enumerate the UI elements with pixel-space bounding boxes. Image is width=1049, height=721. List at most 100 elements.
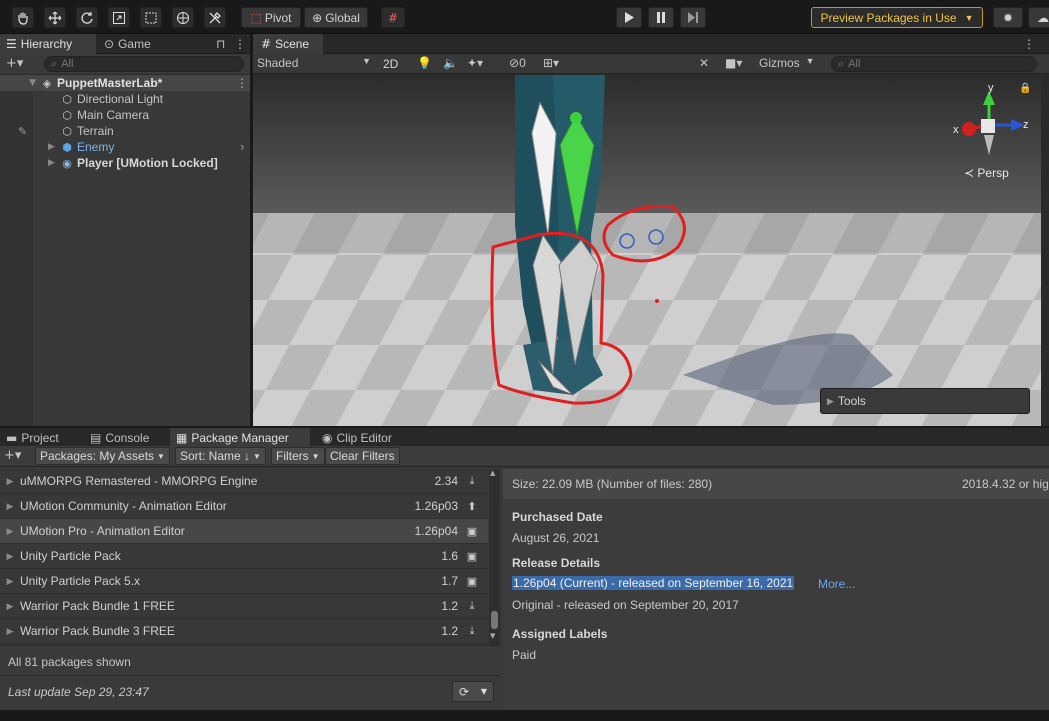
- cloud-icon[interactable]: ☁: [1028, 7, 1049, 28]
- effects-icon[interactable]: ✦▾: [467, 56, 483, 70]
- axis-x-label: x: [953, 124, 959, 136]
- imported-icon[interactable]: ▣: [464, 550, 480, 563]
- tools-overlay[interactable]: ▶ Tools: [820, 388, 1030, 414]
- mode-2d-toggle[interactable]: 2D: [379, 55, 403, 73]
- axis-y-label: y: [988, 82, 994, 94]
- pivot-toggle[interactable]: ⬚ Pivot: [241, 7, 301, 28]
- camera-icon[interactable]: ■▾: [725, 56, 742, 70]
- hierarchy-search-input[interactable]: ⌕ All: [44, 56, 244, 72]
- bone-joint-green: [570, 112, 582, 124]
- tab-console[interactable]: ▤ Console: [84, 428, 164, 448]
- folder-icon: ▬: [6, 431, 18, 445]
- imported-icon[interactable]: ▣: [464, 575, 480, 588]
- package-row[interactable]: ▶ Warrior Pack Bundle 1 FREE 1.2 ⤓: [0, 594, 488, 619]
- perspective-toggle[interactable]: ≺ Persp: [964, 166, 1009, 180]
- more-link[interactable]: More...: [818, 577, 855, 591]
- rotate-tool-icon[interactable]: [76, 7, 98, 28]
- scene-tools-icon[interactable]: ✕: [699, 56, 709, 70]
- gizmos-dropdown[interactable]: Gizmos ▼: [759, 56, 815, 70]
- scene-root-row[interactable]: ▼ ◈ PuppetMasterLab* ⋮: [0, 75, 250, 91]
- package-version: 1.26p04: [414, 524, 458, 538]
- package-list-scrollbar[interactable]: ▲ ▼: [489, 469, 500, 645]
- scale-tool-icon[interactable]: [108, 7, 130, 28]
- download-icon[interactable]: ⤓: [464, 475, 480, 488]
- package-name: Unity Particle Pack 5.x: [20, 574, 141, 588]
- audio-icon[interactable]: 🔈: [443, 56, 458, 70]
- eye-icon: ◉: [322, 431, 333, 445]
- pause-button[interactable]: [648, 7, 674, 28]
- package-list: ▶ uMMORPG Remastered - MMORPG Engine 2.3…: [0, 469, 500, 645]
- hand-tool-icon[interactable]: [12, 7, 34, 28]
- tab-clip-editor[interactable]: ◉ Clip Editor: [316, 428, 416, 448]
- scene-viewport[interactable]: y x z 🔒 ≺ Persp ▶ Tools: [253, 75, 1041, 426]
- hierarchy-item-enemy[interactable]: ▶ ⬢ Enemy ›: [0, 139, 250, 155]
- package-row-selected[interactable]: ▶ UMotion Pro - Animation Editor 1.26p04…: [0, 519, 488, 544]
- global-label: Global: [325, 10, 360, 25]
- refresh-button[interactable]: ⟳ ▼: [452, 681, 494, 702]
- hierarchy-panel: ☰ Hierarchy ⊙ Game ⊓ ⋮ +▾ ⌕ All ⊘ ✎ ▼ ◈ …: [0, 34, 250, 426]
- tab-hierarchy[interactable]: ☰ Hierarchy: [0, 34, 96, 54]
- hierarchy-item-main-camera[interactable]: ⬡ Main Camera: [0, 107, 250, 123]
- hierarchy-item-terrain[interactable]: ⬡ Terrain: [0, 123, 250, 139]
- scene-menu-icon[interactable]: ⋮: [236, 76, 248, 90]
- console-icon: ▤: [90, 431, 102, 445]
- hierarchy-item-label: Directional Light: [77, 92, 164, 106]
- hierarchy-item-player[interactable]: ▶ ◉ Player [UMotion Locked]: [0, 155, 250, 171]
- package-row[interactable]: ▶ Unity Particle Pack 1.6 ▣: [0, 544, 488, 569]
- lighting-icon[interactable]: 💡: [417, 56, 432, 70]
- rect-tool-icon[interactable]: [140, 7, 162, 28]
- grid-snap-icon[interactable]: #: [381, 7, 405, 28]
- hierarchy-item-label: Player [UMotion Locked]: [77, 156, 218, 170]
- package-row[interactable]: ▶ uMMORPG Remastered - MMORPG Engine 2.3…: [0, 469, 488, 494]
- annotation-dot: [655, 299, 659, 303]
- scrollbar-thumb[interactable]: [491, 611, 498, 629]
- scroll-up-icon[interactable]: ▲: [490, 469, 495, 477]
- package-row[interactable]: ▶ Warrior Pack Bundle 3 FREE 1.2 ⤓: [0, 619, 488, 644]
- scene-panel: # Scene ⋮ Shaded ▼ 2D 💡 🔈 ✦▾ ⊘0 ⊞▾ ✕ ■▾ …: [253, 34, 1049, 426]
- gizmo-lock-icon[interactable]: 🔒: [1019, 83, 1031, 94]
- lock-icon[interactable]: ⊓: [216, 34, 230, 54]
- package-row[interactable]: ▶ Unity Particle Pack 5.x 1.7 ▣: [0, 569, 488, 594]
- release-current[interactable]: 1.26p04 (Current) - released on Septembe…: [512, 576, 795, 590]
- download-icon[interactable]: ⤓: [464, 600, 480, 613]
- global-toggle[interactable]: ⊕ Global: [304, 7, 368, 28]
- filters-label: Filters: [276, 449, 309, 463]
- chevron-right-icon[interactable]: ›: [240, 140, 245, 154]
- download-icon[interactable]: ⤓: [464, 625, 480, 638]
- hierarchy-item-directional-light[interactable]: ⬡ Directional Light: [0, 91, 250, 107]
- hierarchy-item-label: Enemy: [77, 140, 115, 154]
- expand-arrow-icon: ▶: [6, 525, 14, 536]
- hierarchy-item-label: Main Camera: [77, 108, 150, 122]
- scene-search-input[interactable]: ⌕ All: [831, 56, 1037, 72]
- shading-dropdown[interactable]: Shaded ▼: [257, 56, 371, 70]
- add-package-icon[interactable]: +▾: [4, 448, 21, 463]
- move-tool-icon[interactable]: [44, 7, 66, 28]
- settings-gear-icon[interactable]: ✹: [993, 7, 1023, 28]
- scene-search-placeholder: All: [848, 58, 861, 70]
- tools-label: Tools: [837, 394, 866, 408]
- imported-icon[interactable]: ▣: [464, 525, 480, 538]
- packages-scope-dropdown[interactable]: Packages: My Assets ▼: [35, 447, 170, 465]
- scroll-down-icon[interactable]: ▼: [490, 632, 495, 640]
- grid-visibility-icon[interactable]: ⊞▾: [543, 56, 559, 70]
- custom-tool-icon[interactable]: [204, 7, 226, 28]
- clear-filters-button[interactable]: Clear Filters: [325, 447, 400, 465]
- tab-scene[interactable]: # Scene: [253, 34, 323, 54]
- scene-menu-icon[interactable]: ⋮: [1023, 34, 1035, 54]
- tab-game[interactable]: ⊙ Game: [98, 34, 178, 54]
- tab-project[interactable]: ▬ Project: [0, 428, 80, 448]
- update-icon[interactable]: ⬆: [464, 500, 480, 513]
- tab-package-manager[interactable]: ▦ Package Manager: [170, 428, 310, 448]
- play-button[interactable]: [616, 7, 642, 28]
- transform-tool-icon[interactable]: [172, 7, 194, 28]
- panel-menu-icon[interactable]: ⋮: [234, 34, 246, 54]
- package-version: 1.2: [441, 624, 458, 638]
- package-row[interactable]: ▶ UMotion Community - Animation Editor 1…: [0, 494, 488, 519]
- sort-dropdown[interactable]: Sort: Name ↓ ▼: [175, 447, 266, 465]
- package-name: Warrior Pack Bundle 1 FREE: [20, 599, 175, 613]
- hidden-objects-icon[interactable]: ⊘0: [509, 56, 526, 70]
- add-icon[interactable]: +▾: [6, 56, 23, 71]
- step-button[interactable]: [680, 7, 706, 28]
- preview-packages-button[interactable]: Preview Packages in Use ▼: [811, 7, 983, 28]
- filters-dropdown[interactable]: Filters ▼: [271, 447, 325, 465]
